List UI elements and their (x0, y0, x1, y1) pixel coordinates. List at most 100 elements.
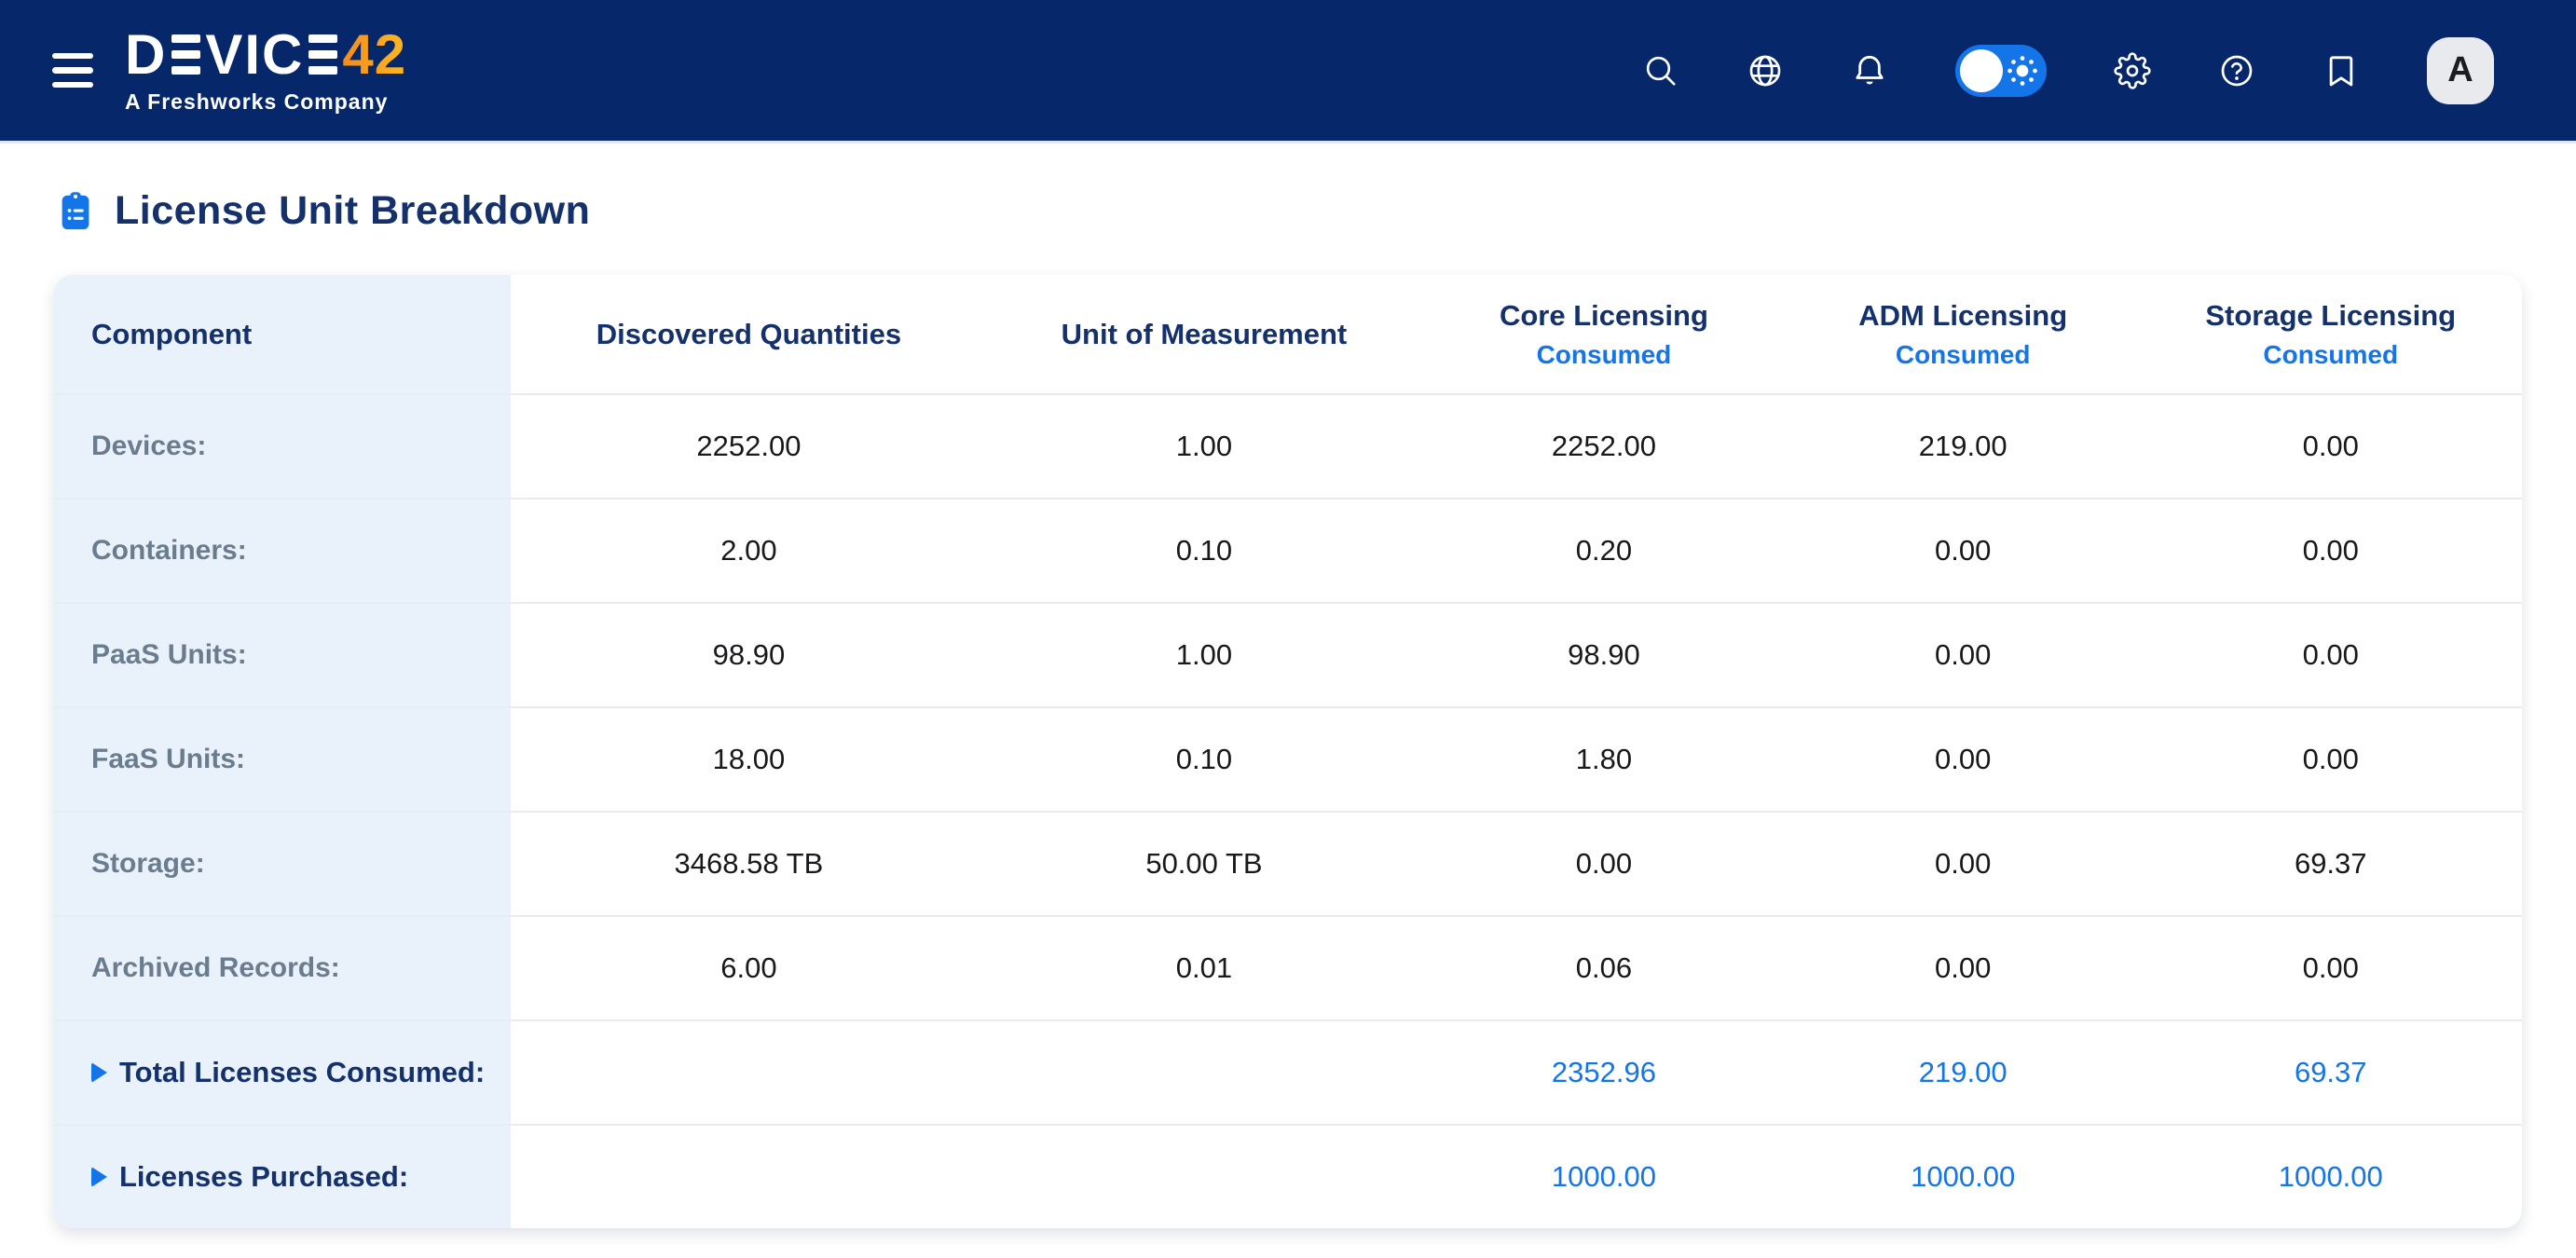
summary-value-cell: 69.37 (2140, 1021, 2522, 1124)
row-label: Archived Records: (91, 952, 340, 984)
summary-value-cell (511, 1126, 987, 1228)
summary-value-cell: 1000.00 (2140, 1126, 2522, 1228)
column-header-label: Storage Licensing (2205, 299, 2456, 333)
summary-value-cell: 219.00 (1787, 1021, 2140, 1124)
column-header-sublabel: Consumed (1537, 340, 1672, 370)
table-row: Storage:3468.58 TB50.00 TB0.000.0069.37 (54, 813, 2522, 917)
row-label-cell: FaaS Units: (54, 708, 511, 811)
device42-logo[interactable]: D VIC 42 A Freshworks Company (125, 27, 406, 115)
expand-arrow-icon[interactable] (91, 1062, 107, 1083)
column-header: Unit of Measurement (987, 275, 1421, 393)
logo-number: 42 (342, 27, 406, 83)
row-label: Containers: (91, 535, 247, 567)
summary-label[interactable]: Total Licenses Consumed: (91, 1056, 485, 1089)
value-cell: 0.00 (1421, 813, 1787, 915)
main-content: License Unit Breakdown Component Discover… (0, 188, 2576, 1228)
hamburger-menu-icon[interactable] (52, 53, 93, 89)
value-cell: 1.00 (987, 395, 1421, 498)
summary-value-cell: 1000.00 (1787, 1126, 2140, 1228)
summary-value-cell (511, 1021, 987, 1124)
row-label-cell: Archived Records: (54, 917, 511, 1019)
value-cell: 0.10 (987, 708, 1421, 811)
top-navbar: D VIC 42 A Freshworks Company (0, 0, 2576, 144)
value-cell: 3468.58 TB (511, 813, 987, 915)
column-header-label: Component (91, 318, 252, 351)
table-row: Archived Records:6.000.010.060.000.00 (54, 917, 2522, 1021)
table-row: PaaS Units:98.901.0098.900.000.00 (54, 604, 2522, 708)
help-icon[interactable] (2218, 52, 2255, 89)
column-header: Component (54, 275, 511, 393)
logo-letter-e (308, 34, 337, 75)
table-row: Containers:2.000.100.200.000.00 (54, 499, 2522, 604)
avatar[interactable]: A (2427, 37, 2494, 104)
value-cell: 0.00 (2140, 708, 2522, 811)
value-cell: 0.00 (2140, 395, 2522, 498)
summary-row: Total Licenses Consumed: 2352.96219.0069.… (54, 1021, 2522, 1126)
column-header: ADM Licensing Consumed (1787, 275, 2140, 393)
clipboard-list-icon (54, 190, 97, 233)
bookmark-icon[interactable] (2323, 52, 2360, 89)
value-cell: 0.06 (1421, 917, 1787, 1019)
row-label: Storage: (91, 848, 205, 880)
value-cell: 1.00 (987, 604, 1421, 706)
navbar-actions: A (1642, 37, 2494, 104)
value-cell: 98.90 (511, 604, 987, 706)
value-cell: 0.00 (1787, 813, 2140, 915)
logo-text: VIC (205, 27, 304, 83)
value-cell: 0.00 (2140, 604, 2522, 706)
logo-text: D (125, 27, 167, 83)
summary-value-cell: 2352.96 (1421, 1021, 1787, 1124)
search-icon[interactable] (1642, 52, 1679, 89)
column-header-label: Core Licensing (1500, 299, 1708, 333)
column-header-label: ADM Licensing (1858, 299, 2067, 333)
value-cell: 0.00 (1787, 604, 2140, 706)
column-header-label: Discovered Quantities (596, 318, 901, 351)
value-cell: 6.00 (511, 917, 987, 1019)
summary-row: Licenses Purchased:1000.001000.001000.00 (54, 1126, 2522, 1228)
value-cell: 2252.00 (1421, 395, 1787, 498)
summary-value-cell (987, 1021, 1421, 1124)
sun-icon (2005, 53, 2040, 89)
globe-icon[interactable] (1747, 52, 1784, 89)
summary-label-cell[interactable]: Licenses Purchased: (54, 1126, 511, 1228)
row-label-cell: Containers: (54, 499, 511, 602)
theme-toggle[interactable] (1955, 45, 2047, 97)
column-header-sublabel: Consumed (1896, 340, 2031, 370)
row-label-cell: PaaS Units: (54, 604, 511, 706)
page-title: License Unit Breakdown (115, 188, 590, 234)
column-header-sublabel: Consumed (2263, 340, 2398, 370)
row-label-cell: Storage: (54, 813, 511, 915)
value-cell: 2.00 (511, 499, 987, 602)
value-cell: 0.00 (2140, 917, 2522, 1019)
row-label-cell: Devices: (54, 395, 511, 498)
logo-letter-e (171, 34, 200, 75)
value-cell: 0.00 (1787, 708, 2140, 811)
value-cell: 2252.00 (511, 395, 987, 498)
summary-value-cell: 1000.00 (1421, 1126, 1787, 1228)
value-cell: 0.10 (987, 499, 1421, 602)
value-cell: 219.00 (1787, 395, 2140, 498)
settings-gear-icon[interactable] (2114, 52, 2151, 89)
notifications-bell-icon[interactable] (1851, 52, 1888, 89)
row-label: Devices: (91, 431, 206, 462)
value-cell: 0.00 (1787, 917, 2140, 1019)
value-cell: 0.00 (1787, 499, 2140, 602)
table-row: FaaS Units:18.000.101.800.000.00 (54, 708, 2522, 813)
value-cell: 0.20 (1421, 499, 1787, 602)
table-header-row: Component Discovered Quantities Unit of Me… (54, 275, 2522, 395)
summary-label[interactable]: Licenses Purchased: (91, 1160, 408, 1194)
expand-arrow-icon[interactable] (91, 1167, 107, 1187)
summary-label-cell[interactable]: Total Licenses Consumed: (54, 1021, 511, 1124)
toggle-knob (1960, 49, 2003, 92)
row-label: FaaS Units: (91, 744, 245, 775)
column-header: Core Licensing Consumed (1421, 275, 1787, 393)
table-row: Devices:2252.001.002252.00219.000.00 (54, 395, 2522, 499)
row-label: PaaS Units: (91, 639, 247, 671)
value-cell: 0.00 (2140, 499, 2522, 602)
value-cell: 0.01 (987, 917, 1421, 1019)
summary-value-cell (987, 1126, 1421, 1228)
value-cell: 1.80 (1421, 708, 1787, 811)
column-header: Discovered Quantities (511, 275, 987, 393)
avatar-initial: A (2447, 50, 2473, 90)
value-cell: 50.00 TB (987, 813, 1421, 915)
